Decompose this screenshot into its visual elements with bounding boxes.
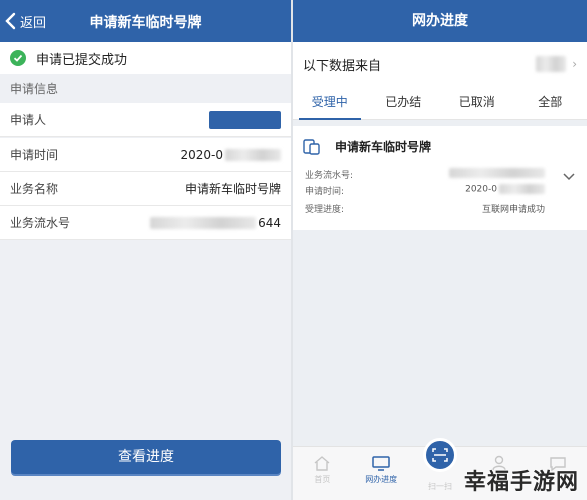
row-label: 申请时间 — [10, 148, 59, 162]
scan-icon — [432, 448, 448, 462]
monitor-icon — [372, 456, 390, 471]
view-progress-button[interactable]: 查看进度 — [11, 440, 281, 474]
tab-completed[interactable]: 已办结 — [367, 86, 441, 119]
card-serial-value — [449, 168, 545, 181]
success-text: 申请已提交成功 — [36, 52, 128, 68]
left-header: 返回 申请新车临时号牌 — [0, 0, 291, 42]
business-name-value: 申请新车临时号牌 — [184, 182, 281, 196]
screenshot: 返回 申请新车临时号牌 申请已提交成功 申请信息 申请人 申请时间 2020-0… — [0, 0, 587, 500]
nav-home[interactable]: 首页 — [293, 447, 352, 500]
right-header-title: 网办进度 — [293, 0, 587, 42]
card-time-value: 2020-0 — [465, 184, 545, 197]
serial-number-row: 业务流水号 644 — [0, 206, 291, 240]
source-redacted — [536, 56, 567, 72]
apply-time-row: 申请时间 2020-0 — [0, 138, 291, 172]
redacted-blur — [150, 217, 257, 229]
redacted-blur — [449, 168, 545, 178]
tab-cancelled[interactable]: 已取消 — [440, 86, 514, 119]
chevron-down-icon[interactable] — [563, 172, 575, 182]
card-title: 申请新车临时号牌 — [303, 138, 431, 155]
data-source-row[interactable]: 以下数据来自 › — [293, 42, 587, 86]
success-banner: 申请已提交成功 — [0, 42, 291, 74]
scan-button[interactable] — [423, 438, 457, 472]
serial-number-value: 644 — [150, 216, 281, 230]
row-label: 业务流水号 — [10, 216, 71, 230]
business-name-row: 业务名称 申请新车临时号牌 — [0, 172, 291, 206]
page-title: 申请新车临时号牌 — [89, 15, 202, 31]
card-row-label: 业务流水号: — [305, 171, 354, 181]
application-detail-screen: 返回 申请新车临时号牌 申请已提交成功 申请信息 申请人 申请时间 2020-0… — [0, 0, 291, 500]
card-serial-row: 业务流水号: — [305, 168, 545, 181]
redacted-blur — [499, 184, 545, 194]
card-row-label: 申请时间: — [305, 187, 345, 197]
chevron-right-icon: › — [572, 57, 577, 71]
nav-progress[interactable]: 网办进度 — [352, 447, 411, 500]
status-tabs: 受理中 已办结 已取消 全部 — [293, 86, 587, 120]
check-circle-icon — [10, 50, 26, 66]
applicant-redacted — [209, 110, 281, 129]
row-label: 申请人 — [10, 113, 47, 127]
tab-processing[interactable]: 受理中 — [293, 86, 367, 120]
applicant-value — [209, 110, 281, 129]
application-card[interactable]: 申请新车临时号牌 业务流水号: 申请时间: 2020-0 受理进度: 互联网申请… — [293, 126, 587, 230]
home-icon — [314, 456, 330, 471]
redacted-blur — [225, 149, 281, 161]
applicant-row: 申请人 — [0, 103, 291, 137]
section-label: 申请信息 — [0, 76, 291, 102]
source-label: 以下数据来自 — [303, 58, 382, 74]
card-progress-row: 受理进度: 互联网申请成功 — [305, 202, 545, 215]
card-time-row: 申请时间: 2020-0 — [305, 184, 545, 197]
apply-time-value: 2020-0 — [180, 148, 281, 162]
progress-screen: 网办进度 以下数据来自 › 受理中 已办结 已取消 全部 申请新车临时号牌 业务… — [293, 0, 587, 500]
card-title-text: 申请新车临时号牌 — [335, 140, 432, 154]
watermark-text: 幸福手游网 — [463, 470, 579, 495]
tab-all[interactable]: 全部 — [514, 86, 587, 119]
document-icon — [303, 138, 320, 155]
card-progress-value: 互联网申请成功 — [481, 205, 545, 215]
row-label: 业务名称 — [10, 182, 59, 196]
card-row-label: 受理进度: — [305, 205, 345, 215]
